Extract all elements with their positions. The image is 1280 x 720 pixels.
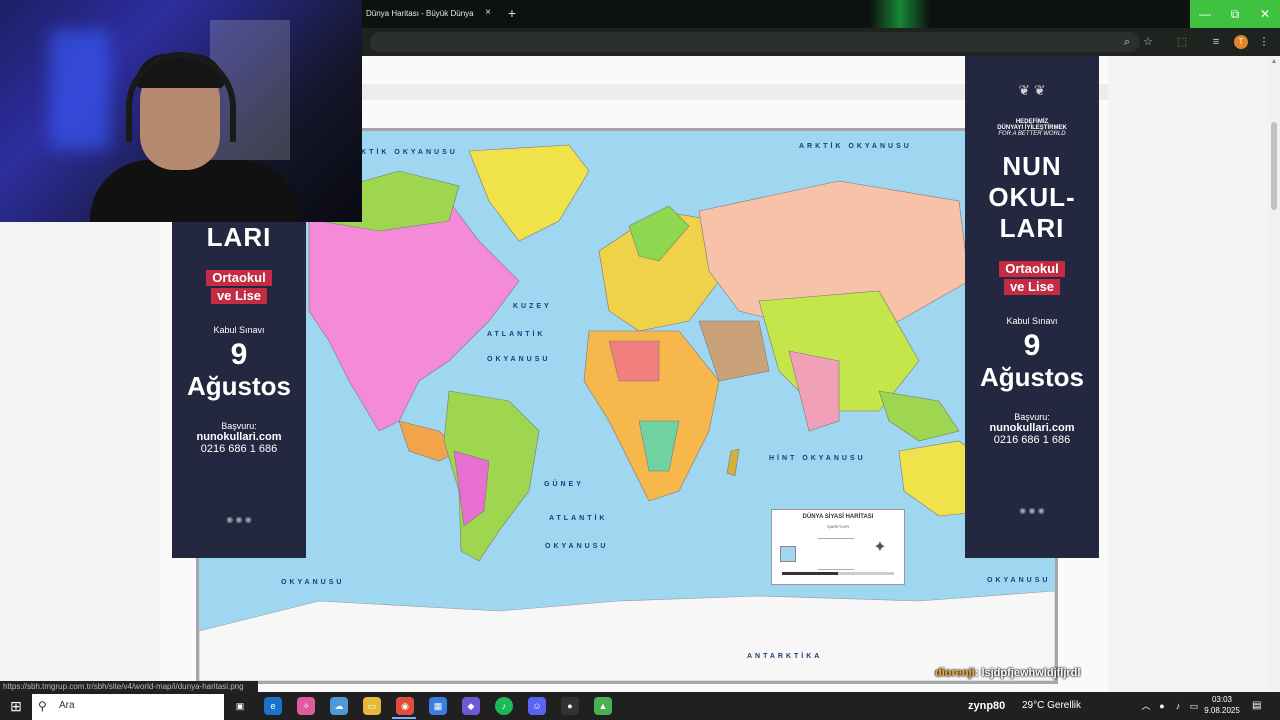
legend-lines: [818, 538, 854, 570]
chat-text: : lsjdpfjewhwldjfljrdl: [974, 667, 1081, 679]
volume-icon[interactable]: ♪: [1172, 700, 1184, 712]
webcam-overlay: [0, 0, 362, 222]
new-tab-button[interactable]: +: [505, 4, 519, 22]
address-bar[interactable]: [370, 32, 1140, 52]
person-body: [90, 160, 300, 222]
windows-start-icon[interactable]: ⊞: [0, 692, 32, 720]
game-app-icon[interactable]: ◆: [462, 697, 480, 715]
ocean-label: OKYANUSU: [487, 356, 551, 363]
zoom-icon[interactable]: ⌕: [1119, 34, 1135, 50]
edge-icon[interactable]: e: [264, 697, 282, 715]
ad-day: 9: [230, 338, 248, 371]
weather-app-icon[interactable]: ☁: [330, 697, 348, 715]
browser-menu-icon[interactable]: ⋮: [1256, 34, 1272, 50]
ad-award-badges: ❦ ❦: [1018, 82, 1046, 98]
ad-website: nunokullari.com: [989, 422, 1075, 434]
microphone-icon[interactable]: ●: [1156, 700, 1168, 712]
obs-icon[interactable]: ●: [561, 697, 579, 715]
ad-title: LARI: [206, 222, 272, 252]
copilot-icon[interactable]: ✧: [297, 697, 315, 715]
ad-highlight: Ortaokul: [999, 261, 1065, 277]
ad-phone: 0216 686 1 686: [200, 443, 278, 455]
search-icon: ⚲: [38, 699, 47, 713]
clock-time: 03:03: [1211, 695, 1233, 704]
right-advertisement-banner[interactable]: ❦ ❦ HEDEFİMİZ DÜNYAYI İYİLEŞTİRMEK FOR A…: [965, 56, 1099, 558]
ad-apply-label: Başvuru:: [221, 421, 257, 431]
active-app-indicator: [392, 717, 416, 719]
reading-list-icon[interactable]: ≡: [1208, 34, 1224, 50]
ad-title: NUN: [1002, 151, 1062, 181]
spotify-icon[interactable]: ♪: [495, 697, 513, 715]
ad-slogan: FOR A BETTER WORLD: [998, 131, 1066, 137]
clock-date: 9.08.2025: [1204, 706, 1240, 715]
system-clock[interactable]: 03:03 9.08.2025: [1200, 694, 1244, 716]
ocean-label: HİNT OKYANUSU: [769, 455, 866, 462]
show-hidden-icons[interactable]: ︿: [1140, 700, 1152, 712]
task-view-icon[interactable]: ▣: [231, 697, 249, 715]
notification-icon[interactable]: ▤: [1252, 700, 1264, 712]
maximize-button[interactable]: ⧉: [1220, 0, 1250, 28]
file-explorer-icon[interactable]: ▭: [363, 697, 381, 715]
ad-highlight: ve Lise: [1003, 279, 1061, 295]
scroll-up-arrow-icon[interactable]: ▲: [1268, 58, 1280, 68]
close-window-button[interactable]: ✕: [1250, 0, 1280, 28]
ad-logos: ◉ ◉ ◉: [1019, 506, 1045, 515]
ad-title: OKUL-: [988, 182, 1076, 212]
ad-title: LARI: [999, 213, 1065, 243]
network-icon[interactable]: ▭: [1188, 700, 1200, 712]
ocean-label: OKYANUSU: [545, 543, 609, 550]
ocean-label: KUZEY: [513, 303, 552, 310]
tab-close-button[interactable]: ×: [482, 6, 494, 20]
scrollbar-thumb[interactable]: [1271, 122, 1277, 210]
extension-icon[interactable]: ⬚: [1174, 34, 1190, 50]
ad-highlight: ve Lise: [210, 288, 268, 304]
ad-exam-label: Kabul Sınavı: [213, 325, 265, 335]
ocean-label: ARKTİK OKYANUSU: [799, 143, 912, 150]
chat-username: diorenji: [935, 667, 975, 679]
legend-title: DÜNYA SİYASİ HARİTASI: [802, 514, 874, 520]
bookmark-star-icon[interactable]: ☆: [1140, 34, 1156, 50]
map-legend: DÜNYA SİYASİ HARİTASI İŞARETLER ✦: [771, 509, 905, 585]
ad-month: Ağustos: [980, 362, 1084, 392]
ocean-label: GÜNEY: [544, 481, 584, 488]
weather-widget[interactable]: 29°C Gerellik: [1022, 695, 1081, 717]
stream-chat-message: diorenji: lsjdpfjewhwldjfljrdl: [935, 667, 1080, 683]
profile-avatar[interactable]: T: [1234, 35, 1248, 49]
compass-rose-icon: ✦: [873, 539, 887, 556]
ad-month: Ağustos: [187, 371, 291, 401]
ad-apply-label: Başvuru:: [1014, 412, 1050, 422]
ad-exam-label: Kabul Sınavı: [1006, 316, 1058, 326]
store-icon[interactable]: ▦: [429, 697, 447, 715]
background-glow: [870, 0, 930, 28]
legend-swatch: [780, 546, 796, 562]
legend-subtitle: İŞARETLER: [826, 524, 850, 529]
ad-day: 9: [1023, 329, 1041, 362]
ad-logos: ◉ ◉ ◉: [226, 515, 252, 524]
ad-highlight: Ortaokul: [206, 270, 272, 286]
ocean-label: OKYANUSU: [281, 579, 345, 586]
tray-user-badge: zynp80: [968, 700, 1006, 712]
continent-label: ANTARKTİKA: [747, 653, 823, 660]
ocean-label: ATLANTİK: [487, 331, 546, 338]
background-light: [50, 30, 110, 150]
scale-bar: [782, 572, 894, 575]
ad-website: nunokullari.com: [196, 431, 282, 443]
discord-icon[interactable]: ☺: [528, 697, 546, 715]
ocean-label: ATLANTİK: [549, 515, 608, 522]
minimize-button[interactable]: —: [1190, 0, 1220, 28]
ad-phone: 0216 686 1 686: [993, 434, 1071, 446]
search-placeholder: Ara: [59, 700, 75, 711]
ocean-label: OKYANUSU: [987, 577, 1051, 584]
android-app-icon[interactable]: ▲: [594, 697, 612, 715]
tab-title[interactable]: Dünya Haritası - Büyük Dünya: [362, 2, 500, 26]
chrome-icon[interactable]: ◉: [396, 697, 414, 715]
